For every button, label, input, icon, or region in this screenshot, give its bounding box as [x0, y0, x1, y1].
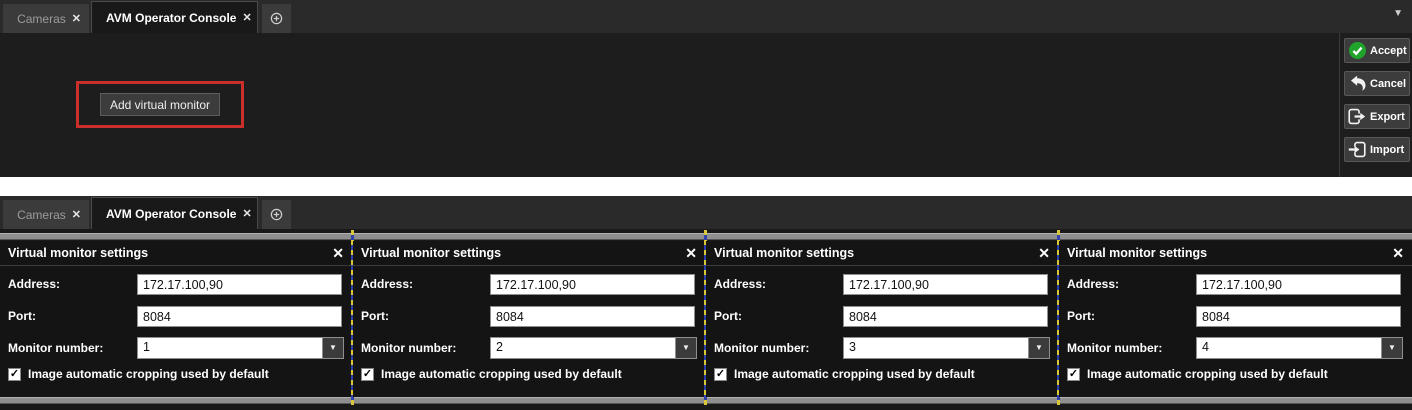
port-input[interactable]	[843, 306, 1048, 327]
tab-cameras[interactable]: Cameras ✕	[3, 4, 89, 33]
panel-header: Virtual monitor settings ✕	[0, 241, 352, 266]
tab-cameras-label: Cameras	[17, 12, 66, 26]
dropdown-button[interactable]: ▼	[322, 338, 343, 358]
monitor-number-label: Monitor number:	[714, 337, 809, 359]
auto-crop-checkbox[interactable]: ✓	[714, 368, 727, 381]
monitor-number-value: 2	[491, 338, 675, 358]
address-label: Address:	[714, 274, 766, 295]
tab-avm-operator-console[interactable]: AVM Operator Console ✕	[91, 1, 258, 33]
undo-arrow-icon	[1348, 75, 1366, 93]
close-icon[interactable]: ✕	[332, 241, 344, 266]
chevron-down-icon: ▼	[1035, 344, 1043, 352]
chevron-down-icon: ▼	[329, 344, 337, 352]
add-tab-button[interactable]	[262, 200, 291, 229]
check-icon: ✓	[716, 369, 725, 380]
add-virtual-monitor-button[interactable]: Add virtual monitor	[100, 93, 220, 116]
cancel-button[interactable]: Cancel	[1344, 71, 1410, 96]
accept-button[interactable]: Accept	[1344, 38, 1410, 63]
tab-bar: Cameras ✕ AVM Operator Console ✕	[0, 196, 1412, 229]
virtual-monitor-panel-3: Virtual monitor settings ✕ Address: Port…	[706, 241, 1058, 397]
actions-divider	[1339, 33, 1340, 177]
close-icon[interactable]: ✕	[1038, 241, 1050, 266]
panel-header: Virtual monitor settings ✕	[1059, 241, 1412, 266]
auto-crop-label: Image automatic cropping used by default	[734, 367, 975, 381]
cancel-label: Cancel	[1370, 78, 1406, 90]
port-input[interactable]	[490, 306, 695, 327]
chevron-down-icon: ▼	[682, 344, 690, 352]
import-button[interactable]: Import	[1344, 137, 1410, 162]
auto-crop-checkbox[interactable]: ✓	[1067, 368, 1080, 381]
chevron-down-icon: ▼	[1388, 344, 1396, 352]
panel-title: Virtual monitor settings	[714, 241, 854, 266]
close-icon[interactable]: ✕	[1392, 241, 1404, 266]
tab-cameras[interactable]: Cameras ✕	[3, 200, 89, 229]
tab-avm-operator-console[interactable]: AVM Operator Console ✕	[91, 197, 258, 229]
accept-check-icon	[1348, 42, 1366, 60]
auto-crop-label: Image automatic cropping used by default	[28, 367, 269, 381]
import-label: Import	[1370, 144, 1404, 156]
auto-crop-label: Image automatic cropping used by default	[1087, 367, 1328, 381]
avm-console-screen-monitors: Cameras ✕ AVM Operator Console ✕ Virtual…	[0, 196, 1412, 410]
address-label: Address:	[361, 274, 413, 295]
close-icon[interactable]: ✕	[242, 11, 251, 24]
check-icon: ✓	[363, 369, 372, 380]
tab-cameras-label: Cameras	[17, 208, 66, 222]
close-icon[interactable]: ✕	[685, 241, 697, 266]
accept-label: Accept	[1370, 45, 1407, 57]
address-input[interactable]	[490, 274, 695, 295]
tab-console-label: AVM Operator Console	[106, 11, 236, 25]
address-input[interactable]	[137, 274, 342, 295]
address-input[interactable]	[1196, 274, 1401, 295]
virtual-monitor-panel-2: Virtual monitor settings ✕ Address: Port…	[353, 241, 705, 397]
auto-crop-checkbox[interactable]: ✓	[361, 368, 374, 381]
port-label: Port:	[714, 306, 742, 327]
port-input[interactable]	[137, 306, 342, 327]
check-icon: ✓	[10, 369, 19, 380]
panel-header: Virtual monitor settings ✕	[353, 241, 705, 266]
avm-console-screen-empty: Cameras ✕ AVM Operator Console ✕ ▼ Add v…	[0, 0, 1412, 177]
panel-title: Virtual monitor settings	[361, 241, 501, 266]
import-icon	[1348, 141, 1366, 159]
check-icon: ✓	[1069, 369, 1078, 380]
monitor-number-value: 4	[1197, 338, 1381, 358]
monitor-number-select[interactable]: 4 ▼	[1196, 337, 1403, 359]
dropdown-button[interactable]: ▼	[675, 338, 696, 358]
monitor-number-label: Monitor number:	[361, 337, 456, 359]
monitor-number-value: 1	[138, 338, 322, 358]
port-label: Port:	[1067, 306, 1095, 327]
tab-bar: Cameras ✕ AVM Operator Console ✕ ▼	[0, 0, 1412, 33]
panel-title: Virtual monitor settings	[8, 241, 148, 266]
auto-crop-label: Image automatic cropping used by default	[381, 367, 622, 381]
monitor-number-label: Monitor number:	[8, 337, 103, 359]
plus-circle-icon	[270, 206, 283, 223]
dropdown-button[interactable]: ▼	[1381, 338, 1402, 358]
export-icon	[1348, 108, 1366, 126]
tab-overflow-icon[interactable]: ▼	[1393, 9, 1403, 19]
tab-console-label: AVM Operator Console	[106, 207, 236, 221]
virtual-monitor-panel-1: Virtual monitor settings ✕ Address: Port…	[0, 241, 352, 397]
plus-circle-icon	[270, 10, 283, 27]
export-label: Export	[1370, 111, 1405, 123]
monitor-number-label: Monitor number:	[1067, 337, 1162, 359]
port-input[interactable]	[1196, 306, 1401, 327]
close-icon[interactable]: ✕	[72, 12, 81, 25]
address-input[interactable]	[843, 274, 1048, 295]
virtual-monitor-panel-4: Virtual monitor settings ✕ Address: Port…	[1059, 241, 1412, 397]
add-tab-button[interactable]	[262, 4, 291, 33]
dropdown-button[interactable]: ▼	[1028, 338, 1049, 358]
auto-crop-checkbox[interactable]: ✓	[8, 368, 21, 381]
monitor-number-select[interactable]: 3 ▼	[843, 337, 1050, 359]
address-label: Address:	[8, 274, 60, 295]
monitor-number-select[interactable]: 1 ▼	[137, 337, 344, 359]
monitor-number-value: 3	[844, 338, 1028, 358]
close-icon[interactable]: ✕	[242, 207, 251, 220]
export-button[interactable]: Export	[1344, 104, 1410, 129]
port-label: Port:	[8, 306, 36, 327]
panel-title: Virtual monitor settings	[1067, 241, 1207, 266]
close-icon[interactable]: ✕	[72, 208, 81, 221]
monitor-number-select[interactable]: 2 ▼	[490, 337, 697, 359]
panel-header: Virtual monitor settings ✕	[706, 241, 1058, 266]
port-label: Port:	[361, 306, 389, 327]
address-label: Address:	[1067, 274, 1119, 295]
